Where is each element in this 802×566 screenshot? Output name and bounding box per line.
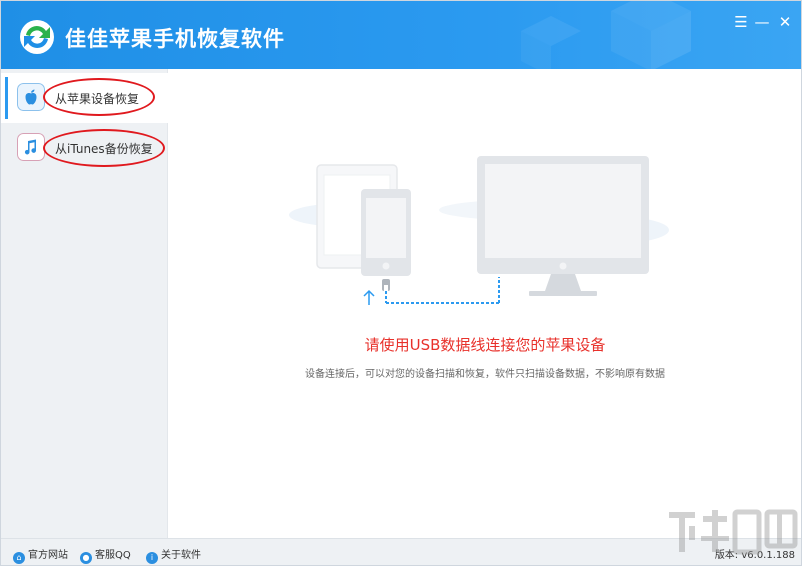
annotation-circle (43, 78, 155, 116)
watermark-logo (669, 509, 798, 555)
app-title: 佳佳苹果手机恢复软件 (65, 27, 285, 51)
sidebar: 从苹果设备恢复 从iTunes备份恢复 (1, 69, 168, 538)
app-logo-icon (20, 20, 54, 54)
qq-icon: ● (80, 552, 92, 564)
info-icon: i (146, 552, 158, 564)
minimize-button[interactable]: — (753, 13, 771, 31)
support-qq-label: 客服QQ (95, 550, 131, 561)
support-qq-link[interactable]: ● 客服QQ (80, 546, 131, 564)
menu-icon[interactable]: ☰ (732, 13, 750, 31)
official-site-label: 官方网站 (28, 550, 68, 561)
official-site-link[interactable]: ⌂ 官方网站 (13, 546, 68, 564)
main-content: 请使用USB数据线连接您的苹果设备 设备连接后，可以对您的设备扫描和恢复，软件只… (169, 69, 801, 538)
title-bar: 佳佳苹果手机恢复软件 ☰ — ✕ (1, 1, 801, 69)
app-window: 佳佳苹果手机恢复软件 ☰ — ✕ 从苹果设备恢复 从iTunes备份恢复 请使用… (0, 0, 802, 566)
itunes-music-icon (17, 133, 45, 161)
device-connection-illustration (289, 156, 669, 305)
apple-icon (17, 83, 45, 111)
connect-instruction-headline: 请使用USB数据线连接您的苹果设备 (364, 336, 606, 354)
about-label: 关于软件 (161, 550, 201, 561)
close-button[interactable]: ✕ (776, 13, 794, 31)
about-link[interactable]: i 关于软件 (146, 546, 201, 564)
annotation-circle (43, 129, 165, 167)
title-decoration (521, 1, 691, 69)
home-icon: ⌂ (13, 552, 25, 564)
connect-instruction-note: 设备连接后，可以对您的设备扫描和恢复，软件只扫描设备数据，不影响原有数据 (305, 369, 665, 380)
